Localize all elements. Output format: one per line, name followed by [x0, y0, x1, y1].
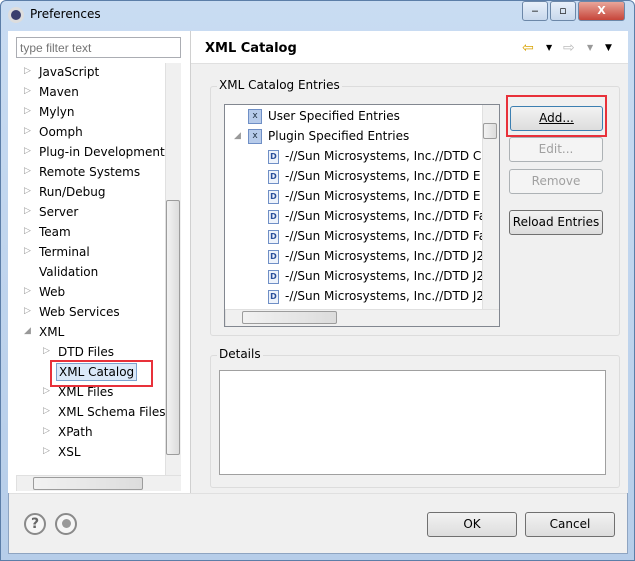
- catalog-entry-label: -//Sun Microsystems, Inc.//DTD Fa: [285, 229, 487, 243]
- catalog-entry[interactable]: x User Specified Entries: [248, 107, 400, 125]
- collapsed-arrow-icon[interactable]: ▷: [24, 146, 31, 156]
- tree-item[interactable]: Team: [37, 223, 73, 241]
- collapsed-arrow-icon[interactable]: ▷: [24, 186, 31, 196]
- catalog-entry[interactable]: D -//Sun Microsystems, Inc.//DTD C: [268, 147, 481, 165]
- details-text-area[interactable]: [219, 370, 606, 475]
- window-title: Preferences: [30, 7, 101, 21]
- tree-item[interactable]: Oomph: [37, 123, 85, 141]
- close-button[interactable]: X: [578, 1, 625, 21]
- tree-item[interactable]: Run/Debug: [37, 183, 108, 201]
- entries-scroll-thumb[interactable]: [483, 123, 497, 139]
- highlight-box-add: [506, 95, 607, 137]
- entries-hscroll-thumb[interactable]: [242, 311, 337, 324]
- catalog-entries-tree[interactable]: x User Specified Entries ◢ x Plugin Specifie…: [224, 104, 500, 327]
- catalog-icon: x: [248, 109, 262, 124]
- catalog-entry-label: User Specified Entries: [268, 109, 400, 123]
- ok-button[interactable]: OK: [427, 512, 517, 537]
- catalog-entry[interactable]: D -//Sun Microsystems, Inc.//DTD Fa: [268, 227, 486, 245]
- details-label: Details: [217, 347, 263, 361]
- collapsed-arrow-icon[interactable]: ▷: [43, 346, 50, 356]
- collapsed-arrow-icon[interactable]: ▷: [24, 226, 31, 236]
- catalog-entries-label: XML Catalog Entries: [217, 78, 342, 92]
- view-menu-icon[interactable]: ▼: [605, 43, 612, 53]
- catalog-entry-label: -//Sun Microsystems, Inc.//DTD E: [285, 169, 481, 183]
- cancel-button[interactable]: Cancel: [525, 512, 615, 537]
- tree-item[interactable]: Server: [37, 203, 80, 221]
- back-dropdown-icon[interactable]: ▼: [546, 43, 552, 52]
- tree-item[interactable]: Mylyn: [37, 103, 77, 121]
- tree-item[interactable]: Web Services: [37, 303, 122, 321]
- highlight-box-xml-catalog: [50, 360, 153, 387]
- help-icon[interactable]: ?: [24, 513, 46, 535]
- catalog-entry-label: -//Sun Microsystems, Inc.//DTD J2: [285, 289, 485, 303]
- tree-item[interactable]: Remote Systems: [37, 163, 142, 181]
- tree-item[interactable]: Validation: [37, 263, 100, 281]
- catalog-entry-label: -//Sun Microsystems, Inc.//DTD J2: [285, 249, 485, 263]
- collapsed-arrow-icon[interactable]: ▷: [24, 306, 31, 316]
- collapsed-arrow-icon[interactable]: ▷: [24, 66, 31, 76]
- collapsed-arrow-icon[interactable]: ▷: [43, 406, 50, 416]
- edit-button[interactable]: Edit...: [509, 137, 603, 162]
- collapsed-arrow-icon[interactable]: ▷: [43, 426, 50, 436]
- tree-item[interactable]: XML Schema Files: [56, 403, 167, 421]
- collapsed-arrow-icon[interactable]: ▷: [24, 206, 31, 216]
- catalog-entry[interactable]: D -//Sun Microsystems, Inc.//DTD J2: [268, 247, 484, 265]
- collapsed-arrow-icon[interactable]: ▷: [24, 106, 31, 116]
- catalog-entry[interactable]: x Plugin Specified Entries: [248, 127, 409, 145]
- tree-item[interactable]: XSL: [56, 443, 83, 461]
- collapsed-arrow-icon[interactable]: ▷: [43, 446, 50, 456]
- import-export-icon[interactable]: [55, 513, 77, 535]
- preference-tree-pane: [8, 31, 191, 493]
- dtd-icon: D: [268, 169, 279, 184]
- eclipse-app-icon: [8, 7, 24, 23]
- catalog-entry-label: -//Sun Microsystems, Inc.//DTD E: [285, 189, 481, 203]
- catalog-icon: x: [248, 129, 262, 144]
- dtd-icon: D: [268, 249, 279, 264]
- tree-item[interactable]: JavaScript: [37, 63, 101, 81]
- back-arrow-icon[interactable]: ⇦: [522, 40, 534, 56]
- tree-item[interactable]: DTD Files: [56, 343, 116, 361]
- dtd-icon: D: [268, 289, 279, 304]
- catalog-entry-label: -//Sun Microsystems, Inc.//DTD C: [285, 149, 482, 163]
- tree-item[interactable]: Web: [37, 283, 67, 301]
- tree-item[interactable]: XPath: [56, 423, 95, 441]
- minimize-button[interactable]: ‒: [522, 1, 548, 21]
- catalog-entry[interactable]: D -//Sun Microsystems, Inc.//DTD J2: [268, 267, 484, 285]
- dtd-icon: D: [268, 229, 279, 244]
- tree-scroll-thumb[interactable]: [166, 200, 180, 455]
- catalog-entry-label: -//Sun Microsystems, Inc.//DTD Fa: [285, 209, 487, 223]
- expanded-arrow-icon[interactable]: ◢: [234, 131, 241, 141]
- page-title: XML Catalog: [205, 41, 297, 56]
- collapsed-arrow-icon[interactable]: ▷: [24, 126, 31, 136]
- forward-dropdown-icon[interactable]: ▼: [587, 43, 593, 52]
- collapsed-arrow-icon[interactable]: ▷: [24, 246, 31, 256]
- catalog-entry-label: Plugin Specified Entries: [268, 129, 410, 143]
- filter-input[interactable]: [16, 37, 181, 58]
- dtd-icon: D: [268, 209, 279, 224]
- catalog-entry[interactable]: D -//Sun Microsystems, Inc.//DTD J2: [268, 287, 484, 305]
- collapsed-arrow-icon[interactable]: ▷: [24, 166, 31, 176]
- tree-hscroll-thumb[interactable]: [33, 477, 143, 490]
- catalog-entry[interactable]: D -//Sun Microsystems, Inc.//DTD E: [268, 167, 480, 185]
- tree-item[interactable]: Maven: [37, 83, 81, 101]
- tree-item[interactable]: Terminal: [37, 243, 92, 261]
- dtd-icon: D: [268, 269, 279, 284]
- maximize-button[interactable]: ▫: [550, 1, 576, 21]
- dtd-icon: D: [268, 149, 279, 164]
- tree-item[interactable]: XML: [37, 323, 66, 341]
- catalog-entry-label: -//Sun Microsystems, Inc.//DTD J2: [285, 269, 485, 283]
- dtd-icon: D: [268, 189, 279, 204]
- collapsed-arrow-icon[interactable]: ▷: [24, 86, 31, 96]
- expanded-arrow-icon[interactable]: ◢: [24, 326, 31, 336]
- catalog-entry[interactable]: D -//Sun Microsystems, Inc.//DTD Fa: [268, 207, 486, 225]
- tree-item[interactable]: Plug-in Development: [37, 143, 167, 161]
- reload-entries-button[interactable]: Reload Entries: [509, 210, 603, 235]
- collapsed-arrow-icon[interactable]: ▷: [43, 386, 50, 396]
- catalog-entry[interactable]: D -//Sun Microsystems, Inc.//DTD E: [268, 187, 480, 205]
- remove-button[interactable]: Remove: [509, 169, 603, 194]
- forward-arrow-icon[interactable]: ⇨: [563, 40, 575, 56]
- collapsed-arrow-icon[interactable]: ▷: [24, 286, 31, 296]
